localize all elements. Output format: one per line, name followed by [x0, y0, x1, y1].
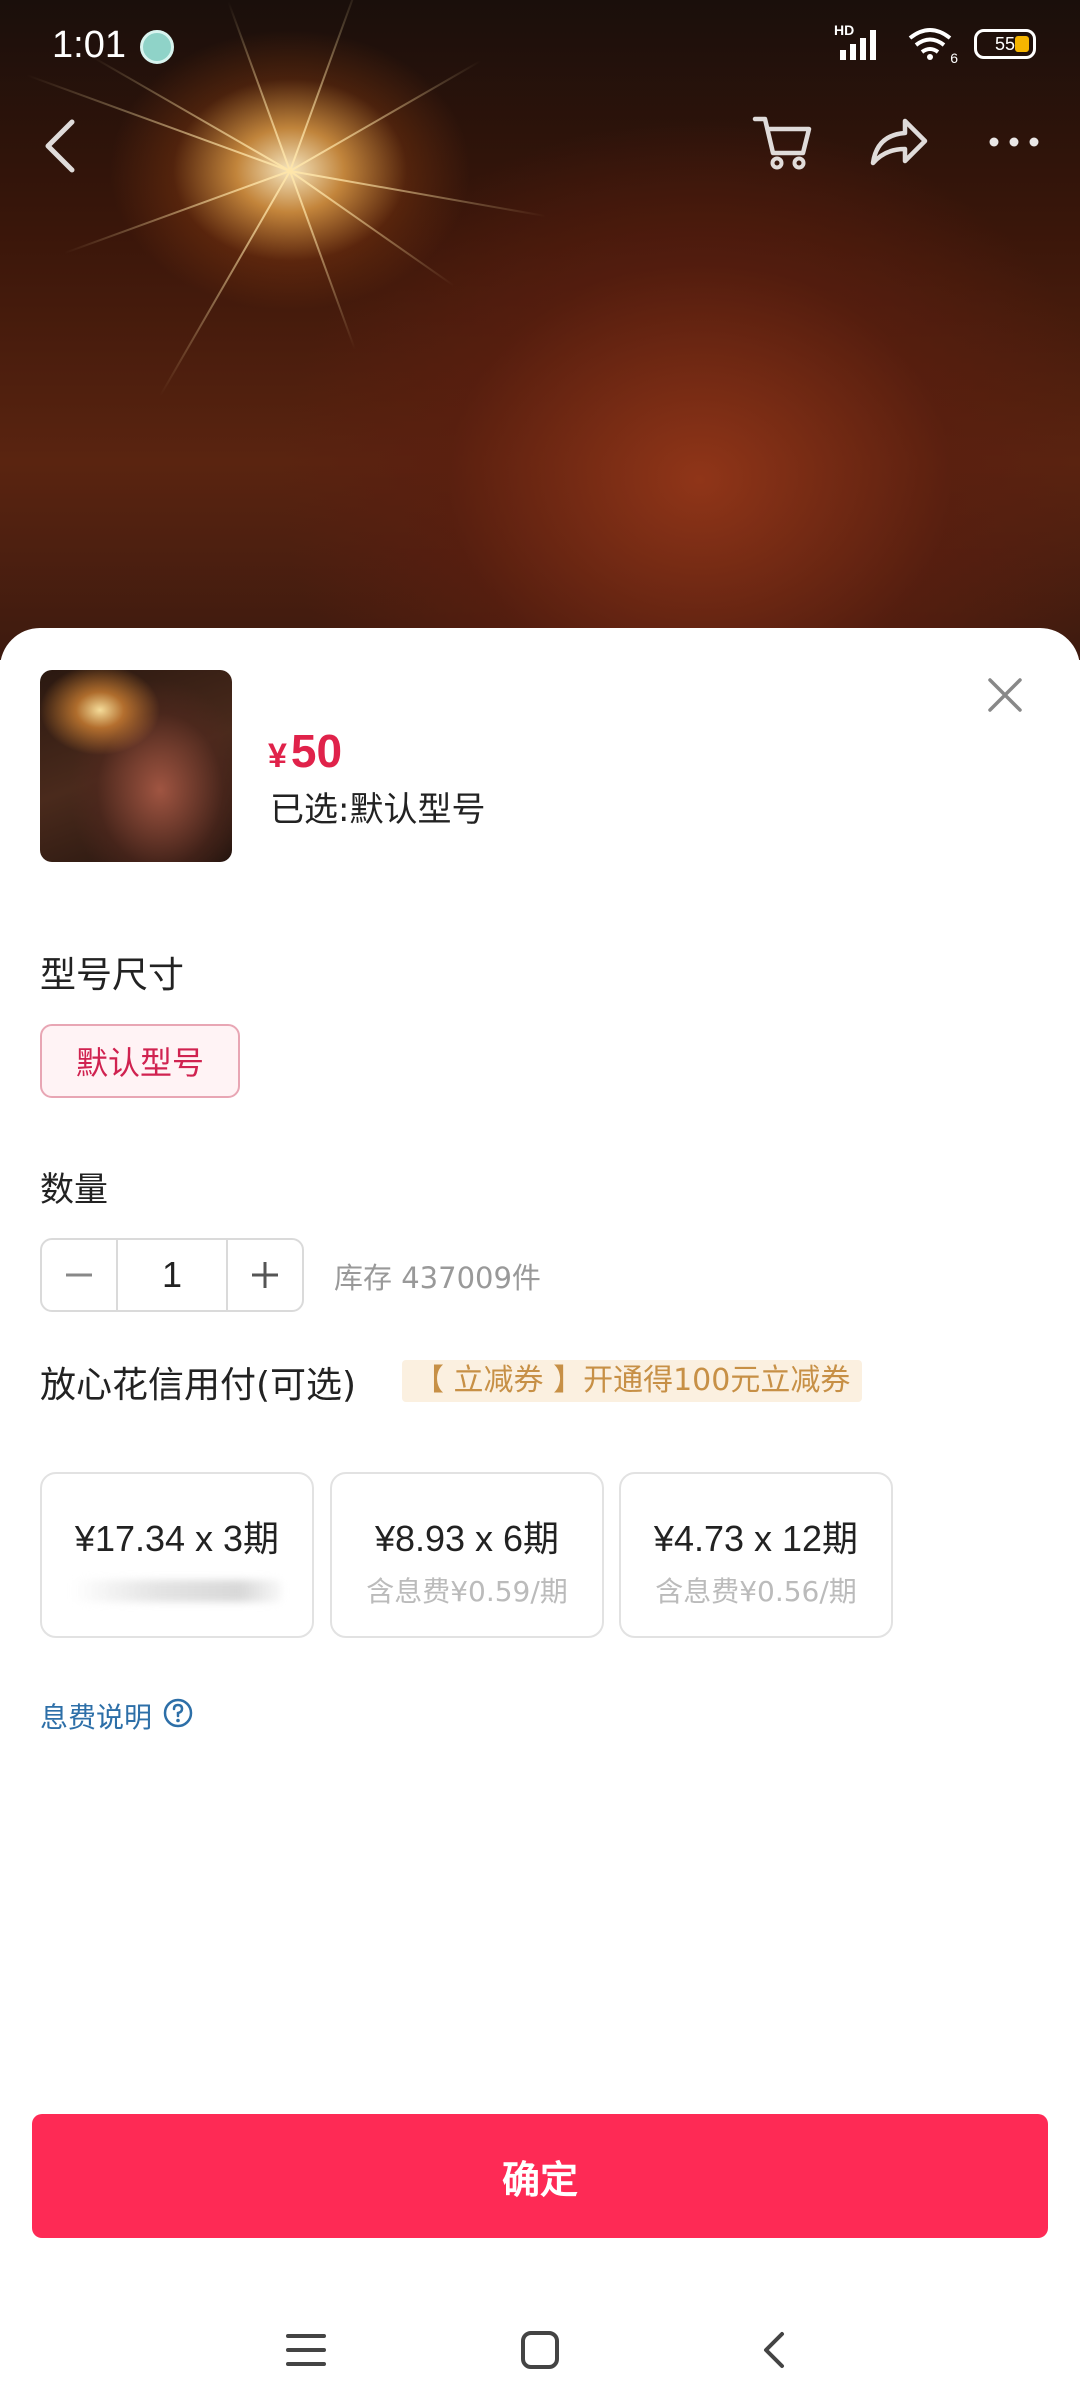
- plan-fee-blurred: [72, 1580, 282, 1602]
- more-icon[interactable]: [978, 106, 1050, 178]
- signal-icon: HD: [834, 22, 888, 62]
- product-hero-image: [0, 0, 1080, 660]
- sku-selector-sheet: ¥50 已选:默认型号 型号尺寸 默认型号 数量 1 库存 437009件 放心…: [0, 628, 1080, 2400]
- quantity-value[interactable]: 1: [116, 1240, 228, 1310]
- back-icon[interactable]: [30, 110, 90, 180]
- help-icon: [162, 1697, 194, 1736]
- plan-amount: ¥17.34 x 3期: [74, 1518, 280, 1559]
- plan-fee: 含息费¥0.59/期: [366, 1575, 568, 1608]
- plan-amount: ¥8.93 x 6期: [374, 1518, 560, 1559]
- wifi-icon: 6: [906, 26, 958, 66]
- app-notification-icon: [140, 30, 174, 64]
- coupon-promo-badge[interactable]: 【 立减券 】开通得100元立减券: [402, 1360, 863, 1402]
- spec-option-default[interactable]: 默认型号: [40, 1024, 240, 1098]
- quantity-stepper: 1: [40, 1238, 304, 1312]
- battery-icon: 55: [974, 29, 1036, 59]
- status-time: 1:01: [52, 24, 126, 66]
- system-navigation-bar: [0, 2290, 1080, 2400]
- product-price: ¥50: [268, 724, 342, 778]
- share-icon[interactable]: [862, 106, 934, 178]
- quantity-label: 数量: [40, 1170, 108, 1210]
- confirm-button[interactable]: 确定: [32, 2114, 1048, 2238]
- credit-pay-label: 放心花信用付(可选): [40, 1365, 357, 1406]
- status-icons: HD 6 55: [834, 22, 1036, 66]
- system-back-icon[interactable]: [744, 2320, 804, 2380]
- fee-explanation-label: 息费说明: [40, 1701, 153, 1734]
- installment-plan-12[interactable]: ¥4.73 x 12期 含息费¥0.56/期: [619, 1472, 893, 1638]
- stock-count: 库存 437009件: [334, 1261, 541, 1295]
- increment-button[interactable]: [228, 1240, 302, 1310]
- selected-variant-text: 已选:默认型号: [270, 790, 486, 830]
- plan-amount: ¥4.73 x 12期: [653, 1518, 859, 1559]
- menu-icon[interactable]: [276, 2320, 336, 2380]
- home-icon[interactable]: [510, 2320, 570, 2380]
- spec-label: 型号尺寸: [40, 955, 185, 996]
- decrement-button[interactable]: [42, 1240, 116, 1310]
- price-value: 50: [290, 725, 343, 777]
- installment-plan-6[interactable]: ¥8.93 x 6期 含息费¥0.59/期: [330, 1472, 604, 1638]
- product-thumbnail: [40, 670, 232, 862]
- cart-icon[interactable]: [746, 106, 818, 178]
- plan-fee: 含息费¥0.56/期: [655, 1575, 857, 1608]
- fee-explanation-link[interactable]: 息费说明: [40, 1696, 194, 1736]
- top-navigation: [0, 100, 1080, 190]
- currency-symbol: ¥: [268, 737, 287, 775]
- close-icon[interactable]: [980, 670, 1030, 720]
- status-bar: 1:01 HD 6 55: [0, 0, 1080, 96]
- installment-plan-3[interactable]: ¥17.34 x 3期: [40, 1472, 314, 1638]
